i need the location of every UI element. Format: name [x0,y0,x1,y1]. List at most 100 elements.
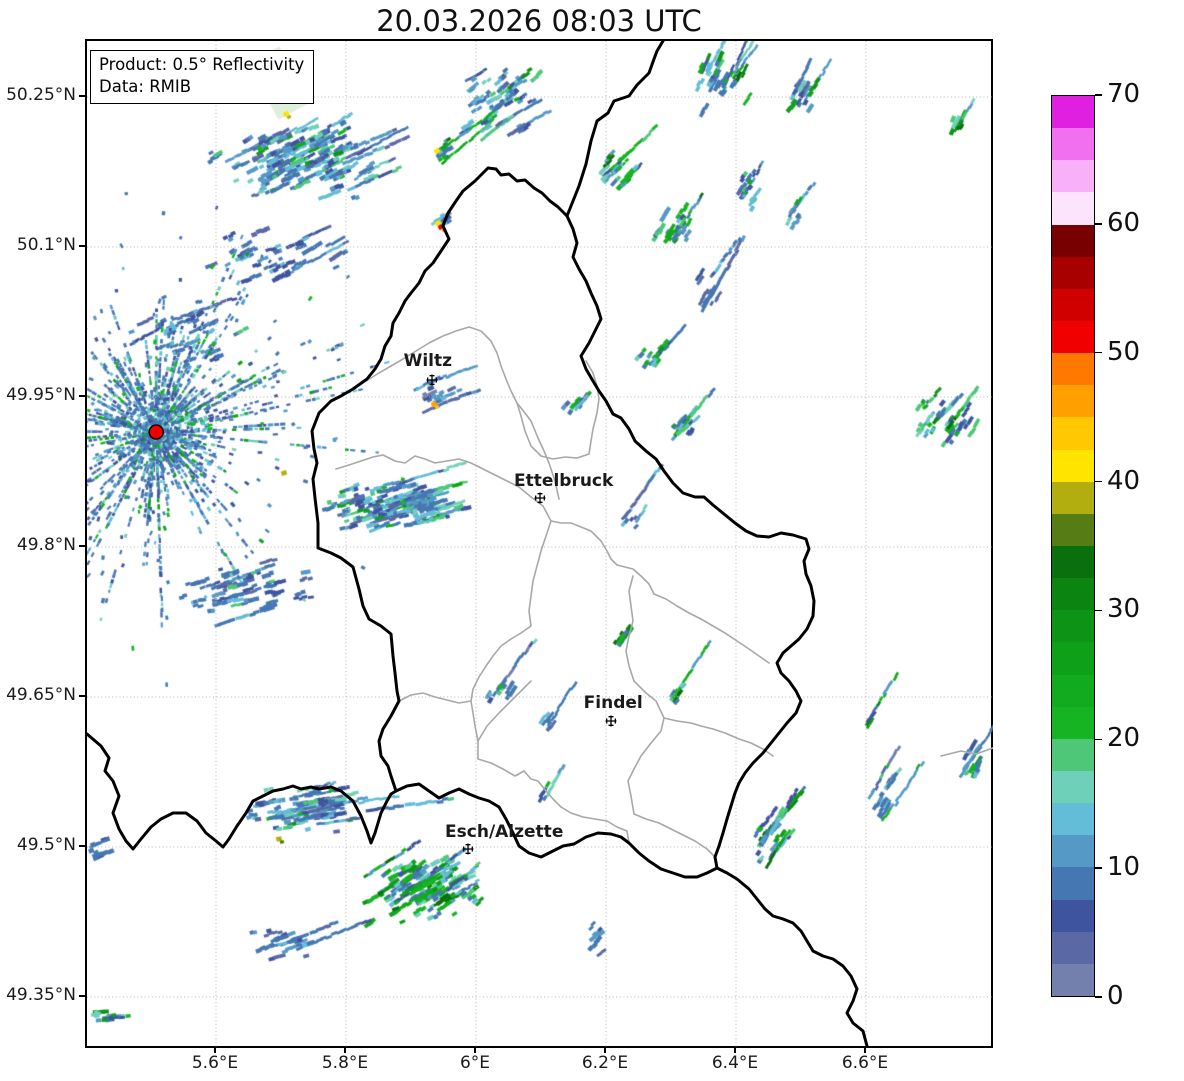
city-marker-ettelbruck [534,492,546,504]
colorbar-tick-label: 30 [1107,594,1141,625]
colorbar-segment [1052,706,1094,739]
colorbar [1051,95,1095,997]
y-tick [79,695,85,697]
colorbar-tick-label: 20 [1107,723,1141,754]
y-tick [79,845,85,847]
colorbar-tick-label: 50 [1107,336,1141,367]
region-border-grevenmacher [663,717,774,757]
border-lux-north-tip [486,166,569,218]
colorbar-tick [1095,94,1102,96]
colorbar-tick [1095,738,1102,741]
y-tick-label: 49.8°N [16,535,76,555]
city-marker-wiltz [426,374,438,386]
colorbar-segment [1052,385,1094,418]
border-lux-east [565,214,816,870]
border-france-belgium [87,732,398,851]
page-title: 20.03.2026 08:03 UTC [376,4,702,38]
colorbar-segment [1052,481,1094,514]
region-border-remich [633,813,716,858]
colorbar-segment [1052,642,1094,675]
region-borders [335,326,993,858]
colorbar-tick-label: 40 [1107,465,1141,496]
colorbar-segment [1052,320,1094,354]
product-info-box: Product: 0.5° Reflectivity Data: RMIB [90,50,315,104]
map-borders-svg [87,41,993,1048]
y-tick-label: 49.65°N [6,685,76,705]
region-border-echternach [653,593,770,664]
plus-icon [426,374,438,386]
y-tick [79,245,85,247]
plus-icon [534,492,546,504]
y-tick-label: 50.25°N [6,85,76,105]
colorbar-segment [1052,449,1094,482]
border-belgium-germany [565,41,665,218]
region-border-west-branch [398,692,472,704]
y-tick [79,395,85,397]
radar-map-screenshot: 20.03.2026 08:03 UTC Product: 0.5° Refle… [0,0,1184,1081]
colorbar-segment [1052,963,1094,996]
x-tick-label: 6.2°E [581,1053,629,1073]
data-source-line: Data: RMIB [99,76,192,96]
colorbar-segment [1052,674,1094,707]
x-tick-label: 6.6°E [841,1053,889,1073]
colorbar-segment [1052,835,1094,868]
colorbar-segment [1052,803,1094,836]
colorbar-segment [1052,545,1094,579]
radar-site-marker [148,424,164,440]
city-marker-esch-alzette [462,843,474,855]
colorbar-tick [1095,480,1102,483]
colorbar-tick [1095,867,1102,869]
city-label: Ettelbruck [514,471,614,491]
city-label: Findel [583,693,643,713]
city-label: Esch/Alzette [445,822,564,842]
y-tick-label: 49.5°N [16,835,76,855]
colorbar-segment [1052,288,1094,321]
colorbar-segment [1052,96,1094,129]
region-border-center-loop [470,520,630,844]
x-tick-label: 5.6°E [191,1053,239,1073]
border-france-germany [715,866,869,1048]
y-tick [79,545,85,547]
colorbar-segment [1052,353,1094,386]
colorbar-tick [1095,223,1102,225]
y-tick [79,995,85,997]
colorbar-segment [1052,770,1094,804]
plus-icon [462,843,474,855]
border-lux-west [310,166,490,793]
region-border-findel-north [477,680,532,742]
colorbar-segment [1052,224,1094,257]
y-tick-label: 50.1°N [16,235,76,255]
colorbar-tick-label: 10 [1107,852,1141,883]
product-line: Product: 0.5° Reflectivity [99,55,305,74]
colorbar-tick [1095,351,1102,354]
colorbar-segment [1052,738,1094,771]
colorbar-segment [1052,128,1094,161]
colorbar-segment [1052,160,1094,193]
colorbar-tick-label: 60 [1107,207,1141,238]
x-tick-label: 5.8°E [321,1053,369,1073]
region-border-germany-se [940,747,993,757]
colorbar-tick-label: 0 [1107,981,1124,1011]
colorbar-segment [1052,256,1094,289]
colorbar-segment [1052,578,1094,611]
city-marker-findel [605,715,617,727]
colorbar-tick [1095,996,1102,998]
y-tick [79,95,85,97]
city-label: Wiltz [403,351,453,371]
map-plot-area: Product: 0.5° Reflectivity Data: RMIB Wi… [85,39,993,1048]
colorbar-segment [1052,417,1094,450]
region-border-east-up [625,575,635,682]
colorbar-segment [1052,610,1094,643]
y-tick-label: 49.35°N [6,985,76,1005]
colorbar-segment [1052,931,1094,964]
x-tick-label: 6.4°E [711,1053,759,1073]
colorbar-tick-label: 70 [1107,79,1141,109]
colorbar-tick [1095,609,1102,612]
country-borders [87,41,869,1048]
plus-icon [605,715,617,727]
colorbar-segment [1052,192,1094,225]
colorbar-segment [1052,899,1094,932]
x-tick-label: 6°E [459,1053,491,1073]
y-tick-label: 49.95°N [6,385,76,405]
colorbar-segment [1052,867,1094,900]
